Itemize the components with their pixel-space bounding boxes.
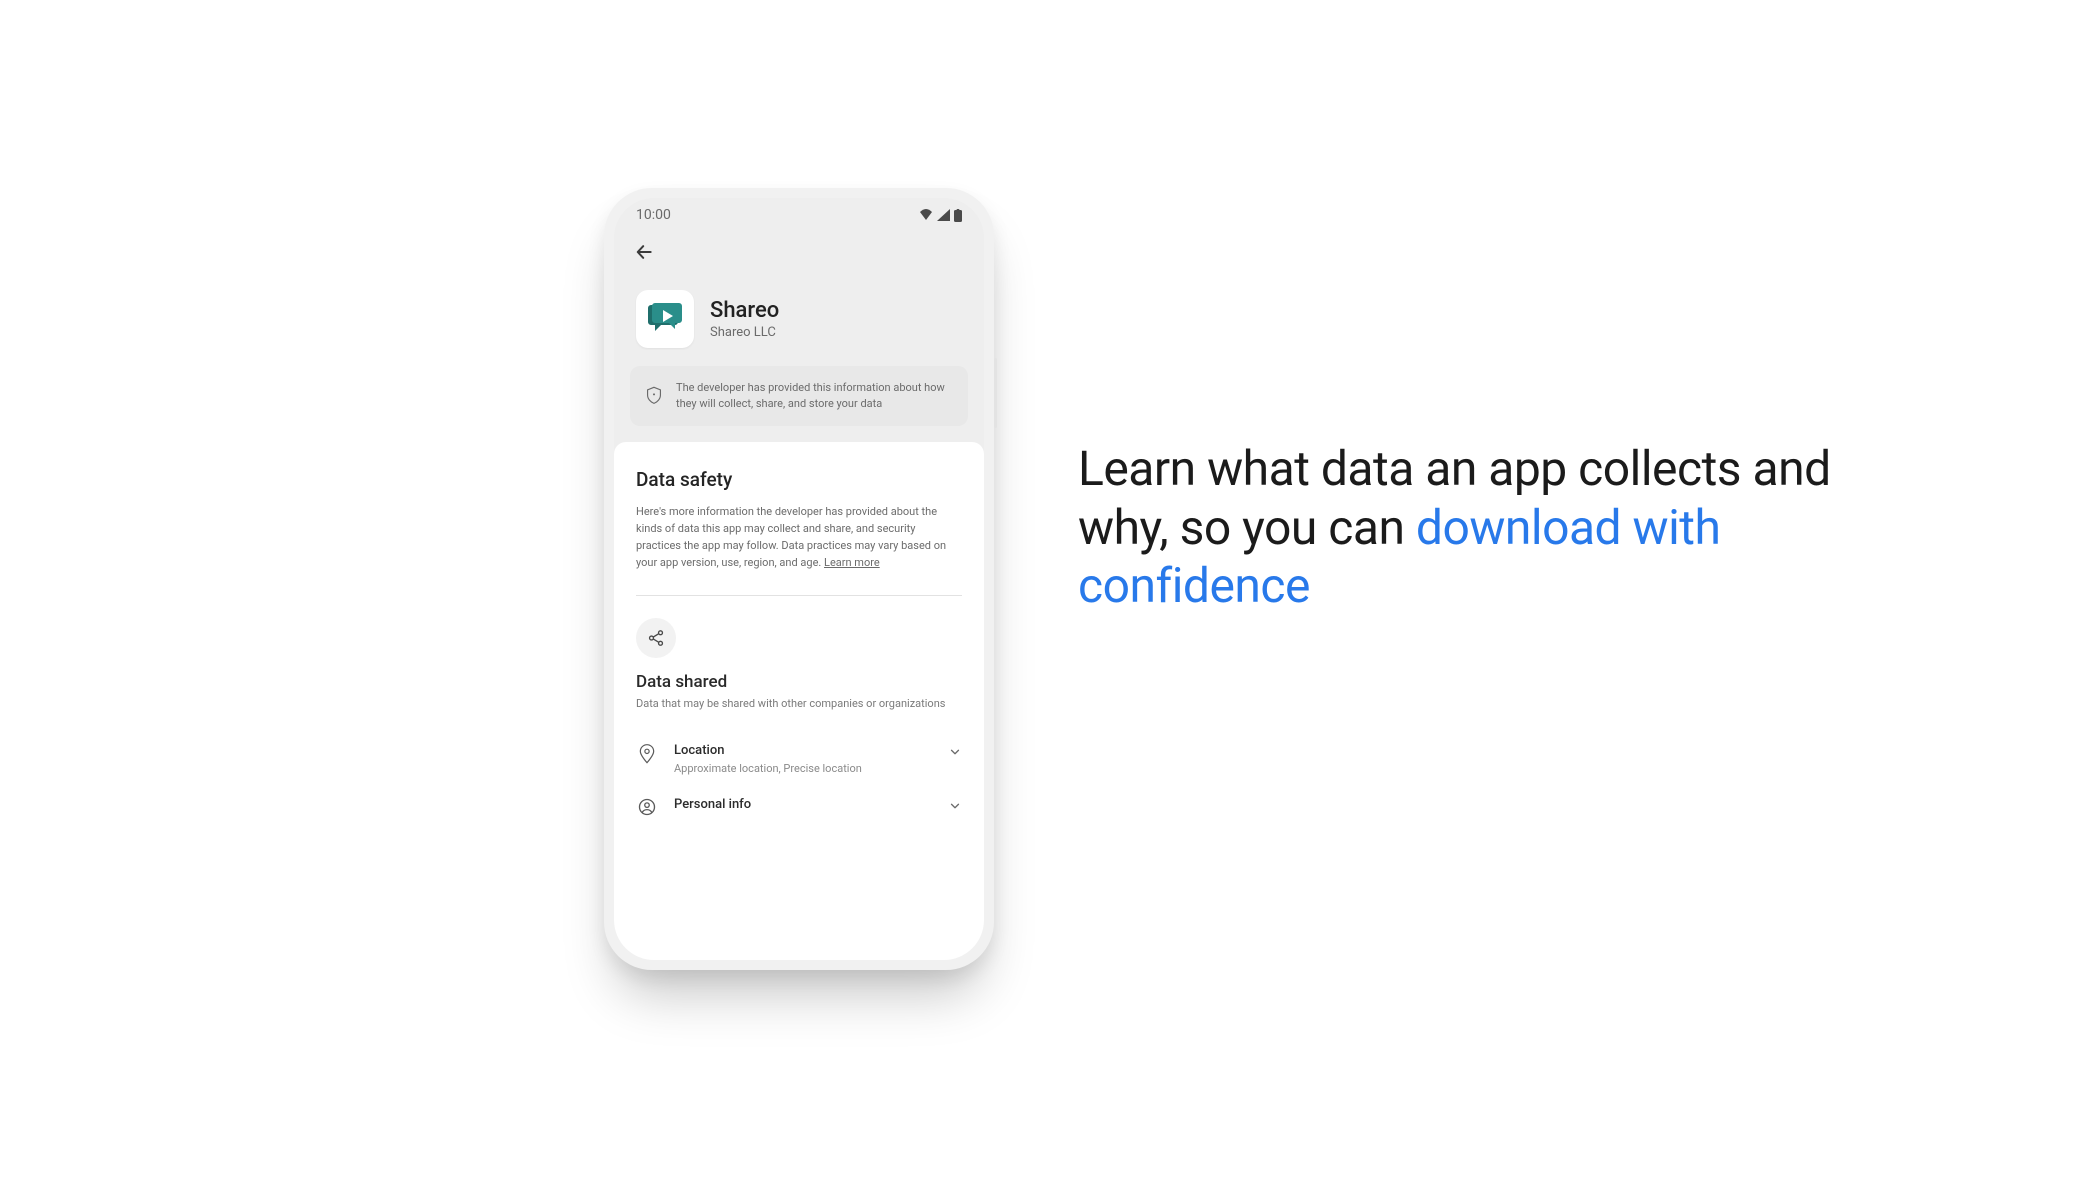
phone-device-frame: 10:00 xyxy=(604,188,994,970)
marketing-headline: Learn what data an app collects and why,… xyxy=(1078,440,1838,616)
phone-screen: 10:00 xyxy=(614,198,984,960)
person-circle-icon xyxy=(638,798,656,816)
row-title: Personal info xyxy=(674,797,932,812)
share-icon xyxy=(647,629,665,647)
shield-icon xyxy=(646,386,662,404)
data-shared-title: Data shared xyxy=(636,672,962,692)
row-title: Location xyxy=(674,743,932,758)
share-icon-circle xyxy=(636,618,676,658)
battery-icon xyxy=(954,209,962,222)
learn-more-link[interactable]: Learn more xyxy=(824,556,880,569)
wifi-icon xyxy=(919,209,933,221)
shareo-logo-icon xyxy=(645,299,685,339)
data-row-location[interactable]: Location Approximate location, Precise l… xyxy=(636,727,962,775)
status-time: 10:00 xyxy=(636,207,671,223)
back-button[interactable] xyxy=(628,236,660,268)
arrow-left-icon xyxy=(634,242,654,262)
data-safety-body: Here's more information the developer ha… xyxy=(636,503,962,571)
app-name: Shareo xyxy=(710,298,779,323)
status-icons xyxy=(919,209,962,222)
app-developer[interactable]: Shareo LLC xyxy=(710,325,779,340)
app-icon xyxy=(636,290,694,348)
app-header: Shareo Shareo LLC xyxy=(614,276,984,366)
row-sub: Approximate location, Precise location xyxy=(674,762,932,775)
content-sheet: Data safety Here's more information the … xyxy=(614,442,984,960)
signal-icon xyxy=(937,209,950,221)
status-bar: 10:00 xyxy=(614,198,984,232)
developer-notice-text: The developer has provided this informat… xyxy=(676,380,952,412)
location-pin-icon xyxy=(639,744,655,764)
chevron-down-icon xyxy=(948,745,962,759)
data-shared-subtitle: Data that may be shared with other compa… xyxy=(636,696,962,713)
data-row-personal-info[interactable]: Personal info xyxy=(636,775,962,816)
app-bar xyxy=(614,232,984,276)
divider xyxy=(636,595,962,596)
developer-notice: The developer has provided this informat… xyxy=(630,366,968,426)
data-safety-title: Data safety xyxy=(636,468,962,491)
chevron-down-icon xyxy=(948,799,962,813)
